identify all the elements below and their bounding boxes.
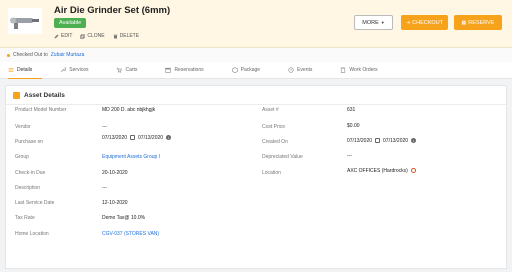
product-model-value: MD 200 D. abc nbjkhgjk xyxy=(102,107,156,113)
checkout-label: CHECKOUT xyxy=(412,19,444,26)
calendar-icon xyxy=(130,134,136,140)
status-badge: Available xyxy=(54,18,87,28)
check-in-due-label: Check-in Due xyxy=(15,170,46,176)
depreciated-value-value: --- xyxy=(347,153,352,159)
group-label: Group xyxy=(15,154,29,160)
asset-details-title: Asset Details xyxy=(24,92,65,99)
clone-label: CLONE xyxy=(87,33,105,39)
trash-icon xyxy=(113,34,118,38)
delete-link[interactable]: DELETE xyxy=(113,33,139,39)
asset-header: Air Die Grinder Set (6mm) Available EDIT… xyxy=(0,0,512,48)
tab-reservations-label: Reservations xyxy=(174,67,204,73)
description-value: --- xyxy=(102,185,107,191)
product-model-label: Product Model Number xyxy=(15,107,67,113)
location-value: AXC OFFICES (Hardrocks) xyxy=(347,168,416,174)
asset-thumbnail xyxy=(8,8,42,34)
tab-events-label: Events xyxy=(297,67,313,73)
tab-work-orders[interactable]: Work Orders xyxy=(340,62,387,79)
info-icon[interactable]: i xyxy=(411,138,417,144)
cart-icon xyxy=(117,67,123,73)
tab-carts[interactable]: Carts xyxy=(116,62,147,79)
asset-detail-page: Air Die Grinder Set (6mm) Available EDIT… xyxy=(0,0,512,272)
asset-number-label: Asset # xyxy=(262,107,279,113)
purchase-date-start: 07/13/2020 xyxy=(102,135,128,141)
more-button[interactable]: MORE ▼ xyxy=(354,15,393,30)
asset-details-icon xyxy=(13,92,20,99)
checked-out-prefix: Checked Out to xyxy=(13,52,48,58)
detail-tabs: Details Services Carts Reservations Pack… xyxy=(0,62,512,79)
package-icon xyxy=(231,67,238,73)
location-pin-icon[interactable] xyxy=(410,168,416,174)
history-icon xyxy=(288,67,294,73)
clone-icon xyxy=(80,33,86,39)
asset-number-value: 631 xyxy=(347,107,356,113)
tab-package-label: Package xyxy=(240,67,261,73)
location-text: AXC OFFICES (Hardrocks) xyxy=(347,168,408,174)
home-location-label: Home Location xyxy=(15,231,49,237)
clone-link[interactable]: CLONE xyxy=(80,33,105,39)
tax-rate-label: Tax Rate xyxy=(15,215,35,221)
tax-rate-value: Demo Tax@ 10.0% xyxy=(102,215,146,221)
home-location-link[interactable]: CGV-037 (STORES VAN) xyxy=(102,231,159,237)
created-date-end: 07/13/2020 xyxy=(383,138,409,144)
tab-events[interactable]: Events xyxy=(288,62,322,79)
last-service-date-value: 12-10-2020 xyxy=(102,200,128,206)
tab-package[interactable]: Package xyxy=(231,62,270,79)
reserve-label: RESERVE xyxy=(468,19,495,26)
caret-down-icon: ▼ xyxy=(380,20,385,25)
asset-actions: EDIT CLONE DELETE xyxy=(54,33,139,39)
description-label: Description xyxy=(15,185,41,191)
checked-out-bar: Checked Out to Zubair Murtaza xyxy=(0,48,512,62)
page-title: Air Die Grinder Set (6mm) xyxy=(54,5,171,16)
vendor-value: --- xyxy=(102,124,107,130)
tab-details[interactable]: Details xyxy=(8,62,43,79)
purchase-on-value: 07/13/2020 07/13/2020 i xyxy=(102,134,172,141)
calendar-icon: ▦ xyxy=(461,19,467,26)
purchase-on-label: Purchase on xyxy=(15,139,44,145)
location-label: Location xyxy=(262,170,281,176)
group-link[interactable]: Equipment Assets Group I xyxy=(102,154,160,160)
created-on-label: Created On xyxy=(262,139,288,145)
created-date-start: 07/13/2020 xyxy=(347,138,373,144)
depreciated-value-label: Depreciated Value xyxy=(262,154,303,160)
reserve-button[interactable]: ▦ RESERVE xyxy=(454,15,502,30)
last-service-date-label: Last Service Date xyxy=(15,200,55,206)
more-label: MORE xyxy=(362,19,379,26)
list-icon xyxy=(8,67,14,72)
calendar-icon xyxy=(165,67,172,73)
tab-work-orders-label: Work Orders xyxy=(349,67,378,73)
tab-carts-label: Carts xyxy=(125,67,138,73)
check-in-due-value: 20-10-2020 xyxy=(102,170,128,176)
cost-price-label: Cost Price xyxy=(262,124,286,130)
tab-services-label: Services xyxy=(69,67,89,73)
delete-label: DELETE xyxy=(119,33,140,39)
tab-details-label: Details xyxy=(17,66,33,73)
pencil-icon xyxy=(54,34,59,38)
clipboard-icon xyxy=(341,67,346,73)
vendor-label: Vendor xyxy=(15,124,31,130)
tab-reservations[interactable]: Reservations xyxy=(165,62,213,79)
asset-details-heading: Asset Details xyxy=(13,92,65,99)
edit-link[interactable]: EDIT xyxy=(54,33,72,39)
status-dot-icon xyxy=(7,53,10,57)
divider xyxy=(6,104,508,105)
checkout-icon: ⇥ xyxy=(405,19,411,26)
wrench-icon xyxy=(61,67,67,73)
info-icon[interactable]: i xyxy=(166,135,172,141)
asset-details-card: Asset Details Product Model Number MD 20… xyxy=(5,85,508,269)
created-on-value: 07/13/2020 07/13/2020 i xyxy=(347,137,417,144)
purchase-date-end: 07/13/2020 xyxy=(138,135,164,141)
checkout-button[interactable]: ⇥ CHECKOUT xyxy=(401,15,448,30)
checked-out-person-link[interactable]: Zubair Murtaza xyxy=(51,52,85,58)
tab-services[interactable]: Services xyxy=(60,62,98,79)
cost-price-value: $0.00 xyxy=(347,123,360,129)
calendar-icon xyxy=(375,137,381,143)
edit-label: EDIT xyxy=(61,33,73,39)
